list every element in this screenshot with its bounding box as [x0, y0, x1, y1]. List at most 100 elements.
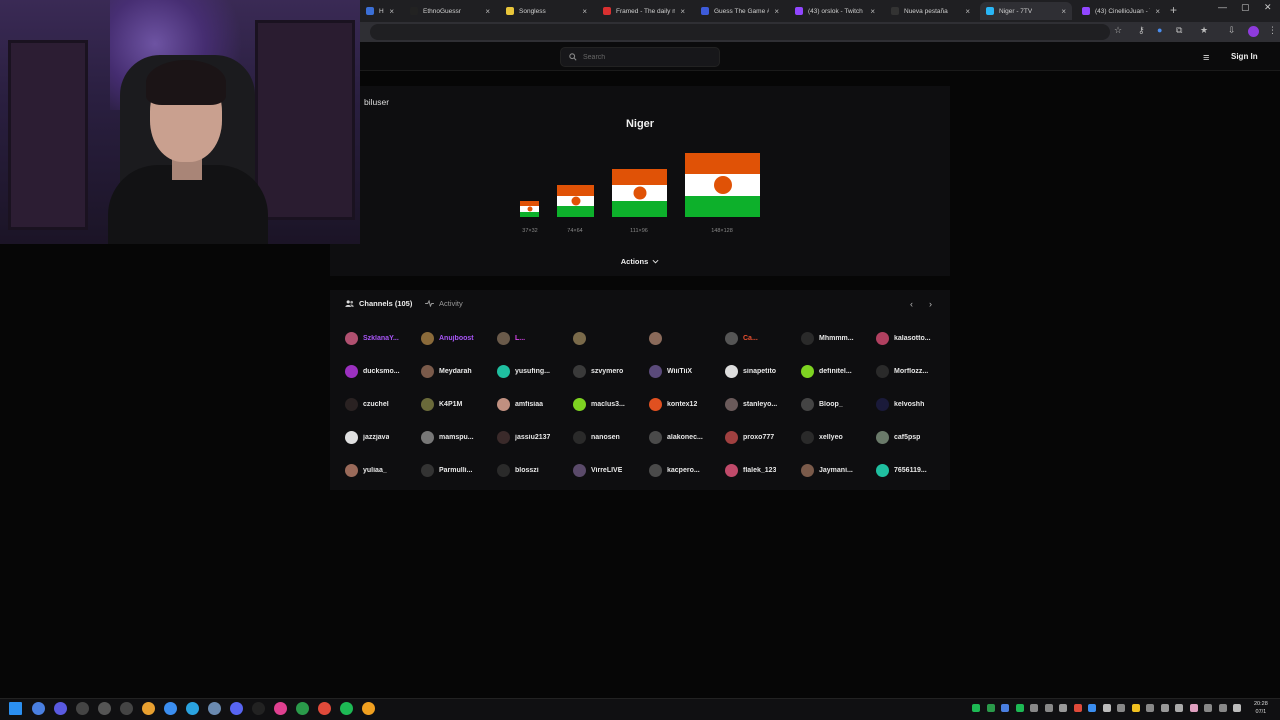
- system-tray-icon[interactable]: [1146, 704, 1154, 712]
- channel-item[interactable]: L...: [497, 330, 569, 346]
- channel-item[interactable]: jassiu2137: [497, 429, 569, 445]
- channel-item[interactable]: Meydarah: [421, 363, 493, 379]
- system-tray-icon[interactable]: [1073, 704, 1082, 712]
- channel-item[interactable]: Parmulli...: [421, 462, 493, 478]
- channel-item[interactable]: yusufing...: [497, 363, 569, 379]
- tiktok-icon[interactable]: [252, 702, 265, 715]
- system-tray-icon[interactable]: [1102, 704, 1111, 712]
- channel-item[interactable]: [649, 330, 721, 346]
- app-icon[interactable]: [274, 702, 287, 715]
- address-bar[interactable]: [370, 24, 1110, 40]
- telegram-icon[interactable]: [186, 702, 199, 715]
- system-tray-icon[interactable]: [1131, 704, 1140, 712]
- channel-item[interactable]: Ca...: [725, 330, 797, 346]
- channel-item[interactable]: czuchel: [345, 396, 417, 412]
- channel-item[interactable]: stanleyo...: [725, 396, 797, 412]
- channel-item[interactable]: kelvoshh: [876, 396, 948, 412]
- channel-item[interactable]: caf5psp: [876, 429, 948, 445]
- close-tab-icon[interactable]: ×: [965, 7, 970, 16]
- channel-item[interactable]: Anujboost: [421, 330, 493, 346]
- close-tab-icon[interactable]: ×: [1061, 7, 1066, 16]
- channel-item[interactable]: alakonec...: [649, 429, 721, 445]
- system-tray-icon[interactable]: [1001, 704, 1009, 712]
- channel-item[interactable]: kacpero...: [649, 462, 721, 478]
- tab-activity[interactable]: Activity: [425, 299, 463, 308]
- browser-tab[interactable]: (43) CinellioJuan - Twi ×: [1076, 2, 1166, 20]
- media-icon[interactable]: [98, 702, 111, 715]
- channel-item[interactable]: jazzjava: [345, 429, 417, 445]
- channel-item[interactable]: SzklanaY...: [345, 330, 417, 346]
- browser-tab[interactable]: Songless ×: [500, 2, 593, 20]
- browser-tab[interactable]: Guess The Game #133 ×: [695, 2, 785, 20]
- new-tab-button[interactable]: +: [1170, 3, 1177, 17]
- hamburger-menu-icon[interactable]: ≡: [1203, 52, 1209, 64]
- app-icon[interactable]: [296, 702, 309, 715]
- channel-item[interactable]: Bloop_: [801, 396, 873, 412]
- browser-tab[interactable]: Nueva pestaña ×: [885, 2, 976, 20]
- sign-in-button[interactable]: Sign In: [1231, 52, 1258, 61]
- system-tray-icon[interactable]: [1218, 704, 1227, 712]
- close-window-button[interactable]: ✕: [1264, 2, 1272, 13]
- close-tab-icon[interactable]: ×: [870, 7, 875, 16]
- channel-item[interactable]: xellyeo: [801, 429, 873, 445]
- channel-item[interactable]: nanosen: [573, 429, 645, 445]
- channel-item[interactable]: mamspu...: [421, 429, 493, 445]
- system-tray-icon[interactable]: [1030, 704, 1038, 712]
- close-tab-icon[interactable]: ×: [1155, 7, 1160, 16]
- browser-tab[interactable]: Higher ×: [360, 2, 400, 20]
- system-tray-icon[interactable]: [1044, 704, 1053, 712]
- uploader-name[interactable]: biluser: [364, 97, 389, 107]
- channel-item[interactable]: Morflozz...: [876, 363, 948, 379]
- channel-item[interactable]: K4P1M: [421, 396, 493, 412]
- channel-item[interactable]: blosszi: [497, 462, 569, 478]
- profile-avatar[interactable]: [1248, 26, 1259, 37]
- close-tab-icon[interactable]: ×: [680, 7, 685, 16]
- vivaldi-icon[interactable]: [54, 702, 67, 715]
- channel-item[interactable]: [573, 330, 645, 346]
- system-tray-icon[interactable]: [1233, 704, 1241, 712]
- channel-item[interactable]: Jaymani...: [801, 462, 873, 478]
- close-tab-icon[interactable]: ×: [485, 7, 490, 16]
- windows-start-icon[interactable]: [9, 702, 22, 715]
- channel-item[interactable]: definitel...: [801, 363, 873, 379]
- channel-item[interactable]: ducksmo...: [345, 363, 417, 379]
- system-tray-icon[interactable]: [1160, 704, 1169, 712]
- puzzle-icon[interactable]: ⧉: [1176, 25, 1182, 36]
- star-icon[interactable]: ☆: [1114, 25, 1122, 36]
- channel-item[interactable]: VirreLIVE: [573, 462, 645, 478]
- channel-item[interactable]: maclus3...: [573, 396, 645, 412]
- terminal-icon[interactable]: [120, 702, 133, 715]
- browser-tab[interactable]: (43) orslok - Twitch ×: [789, 2, 881, 20]
- key-icon[interactable]: ⚷: [1138, 25, 1145, 36]
- channel-item[interactable]: WiiiTiiX: [649, 363, 721, 379]
- search-input[interactable]: [583, 53, 703, 61]
- channel-item[interactable]: Mhmmm...: [801, 330, 873, 346]
- system-tray-icon[interactable]: [972, 704, 980, 712]
- channel-item[interactable]: amfisiaa: [497, 396, 569, 412]
- browser-tab[interactable]: EthnoGuessr ×: [404, 2, 496, 20]
- browser-icon[interactable]: [164, 702, 177, 715]
- channel-item[interactable]: kontex12: [649, 396, 721, 412]
- system-tray-icon[interactable]: [1117, 704, 1125, 712]
- channel-item[interactable]: szvymero: [573, 363, 645, 379]
- channel-item[interactable]: kalasotto...: [876, 330, 948, 346]
- channel-item[interactable]: 7656119...: [876, 462, 948, 478]
- channel-item[interactable]: yuliaa_: [345, 462, 417, 478]
- system-tray-icon[interactable]: [1088, 704, 1096, 712]
- system-tray-icon[interactable]: [1189, 704, 1198, 712]
- file-icon[interactable]: [142, 702, 155, 715]
- close-tab-icon[interactable]: ×: [389, 7, 394, 16]
- close-tab-icon[interactable]: ×: [582, 7, 587, 16]
- taskbar-clock[interactable]: 20:28 07/1: [1254, 700, 1268, 716]
- extension-icon[interactable]: ●: [1157, 25, 1162, 35]
- system-tray-icon[interactable]: [1175, 704, 1183, 712]
- menu-dots-icon[interactable]: ⋮: [1268, 25, 1277, 36]
- browser-tab[interactable]: Framed - The daily m ×: [597, 2, 691, 20]
- app-icon[interactable]: [208, 702, 221, 715]
- maximize-button[interactable]: ▢: [1241, 2, 1250, 13]
- bookmark-icon[interactable]: ★: [1200, 25, 1208, 36]
- system-tray-icon[interactable]: [1059, 704, 1067, 712]
- system-tray-icon[interactable]: [1204, 704, 1212, 712]
- channel-item[interactable]: flalek_123: [725, 462, 797, 478]
- actions-dropdown[interactable]: Actions: [614, 252, 666, 270]
